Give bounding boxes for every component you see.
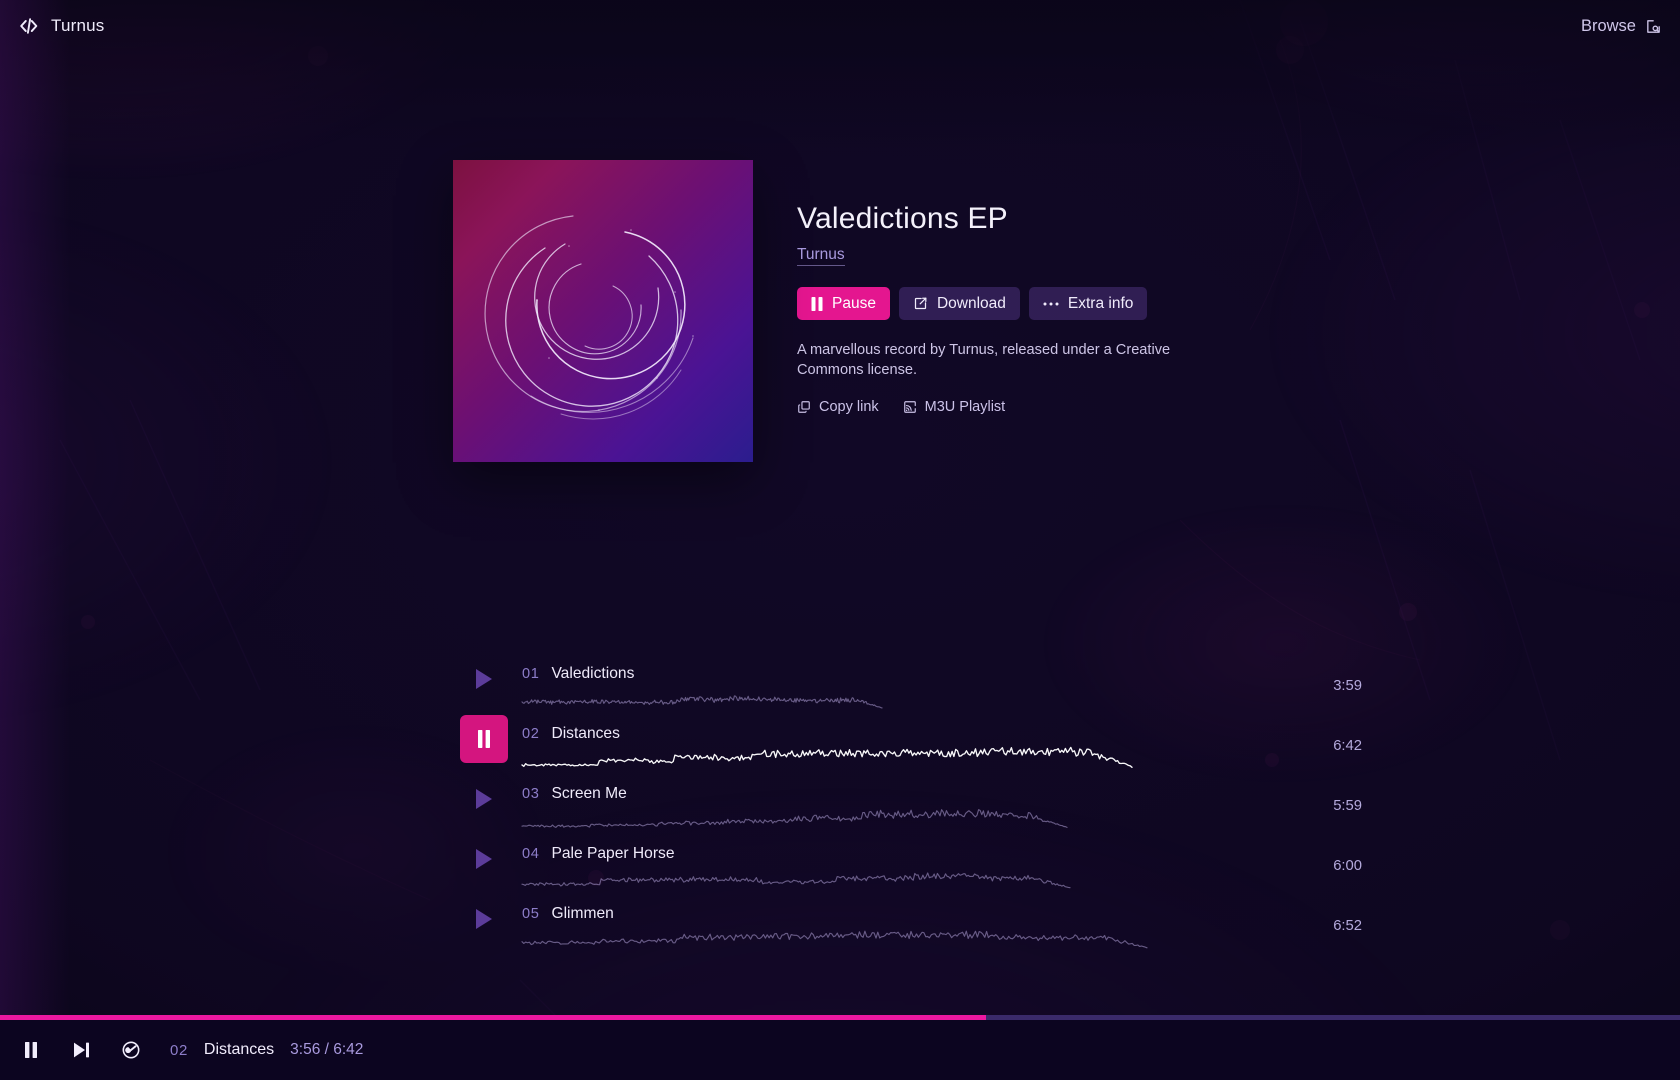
play-icon [476,909,492,929]
player-track-number: 02 [170,1041,188,1059]
page-title: Valedictions EP [797,202,1008,235]
browse-label: Browse [1580,16,1636,35]
release-meta: Valedictions EP Turnus Pause Download Ex… [797,160,1227,462]
album-cover-art [453,160,753,462]
next-track-icon [73,1042,89,1058]
copy-link-label: Copy link [819,399,879,416]
track-waveform[interactable] [521,930,1148,964]
track-title: Glimmen [551,905,614,922]
player-speed-button[interactable] [114,1033,148,1067]
copy-link-button[interactable]: Copy link [797,399,879,415]
artist-link[interactable]: Turnus [797,246,845,266]
track-duration: 6:52 [1333,918,1362,934]
play-icon [476,789,492,809]
track-play-button[interactable] [460,655,508,703]
track-heading: 01 Valedictions [522,652,1220,683]
download-button-label: Download [936,294,1006,312]
track-duration: 5:59 [1333,798,1362,814]
pause-icon [478,730,490,748]
player-track-title: Distances [203,1041,275,1058]
track-number: 04 [522,846,540,862]
pause-icon [25,1042,37,1058]
code-brackets-icon [20,18,38,34]
track-title: Distances [551,725,620,742]
player-pause-button[interactable] [14,1033,48,1067]
track-title: Pale Paper Horse [551,845,675,862]
brand-home-link[interactable]: Turnus [18,15,104,37]
track-row[interactable]: 02 Distances 6:42 [460,712,1362,772]
app-root: Turnus Browse Valedictions EP Turnus Pau… [0,0,1680,1080]
track-number: 05 [522,906,540,922]
track-play-button[interactable] [460,835,508,883]
track-heading: 04 Pale Paper Horse [522,832,1220,863]
release-description: A marvellous record by Turnus, released … [797,342,1171,378]
playback-speed-icon [122,1041,140,1059]
release-links: Copy link M3U Playlist [797,399,1227,415]
track-play-button[interactable] [460,895,508,943]
pause-icon [811,296,823,311]
track-heading: 05 Glimmen [522,892,1220,923]
player-controls-row: 02 Distances 3:56 / 6:42 [0,1020,1680,1080]
track-number: 01 [522,666,540,682]
track-heading: 02 Distances [522,712,1220,743]
track-pause-button[interactable] [460,715,508,763]
track-row[interactable]: 03 Screen Me 5:59 [460,772,1362,832]
release-section: Valedictions EP Turnus Pause Download Ex… [0,160,1680,462]
browse-search-box-icon [1647,19,1660,33]
playlist-rss-icon [903,401,916,414]
extra-info-button-label: Extra info [1067,294,1134,312]
top-bar: Turnus Browse [0,0,1680,52]
track-duration: 6:00 [1333,858,1362,874]
track-number: 02 [522,726,540,742]
track-duration: 3:59 [1333,678,1362,694]
track-number: 03 [522,786,540,802]
track-row[interactable]: 05 Glimmen 6:52 [460,892,1362,952]
track-play-button[interactable] [460,775,508,823]
pause-button[interactable]: Pause [797,287,890,320]
player-bar: 02 Distances 3:56 / 6:42 [0,1015,1680,1080]
external-download-icon [914,297,927,310]
track-title: Valedictions [551,665,635,682]
player-next-button[interactable] [64,1033,98,1067]
release-actions: Pause Download Extra info [797,287,1227,320]
track-row[interactable]: 04 Pale Paper Horse 6:00 [460,832,1362,892]
download-button[interactable]: Download [898,287,1020,320]
track-title: Screen Me [551,785,627,802]
track-duration: 6:42 [1333,738,1362,754]
play-icon [476,669,492,689]
track-heading: 03 Screen Me [522,772,1220,803]
brand-name: Turnus [51,16,105,35]
m3u-playlist-button[interactable]: M3U Playlist [903,399,1006,416]
spiral-rings-artwork [453,160,753,462]
m3u-playlist-label: M3U Playlist [924,399,1006,416]
player-time: 3:56 / 6:42 [290,1041,364,1058]
ellipsis-icon [1043,302,1059,305]
play-icon [476,849,492,869]
track-row[interactable]: 01 Valedictions 3:59 [460,652,1362,712]
browse-link[interactable]: Browse [1581,17,1662,36]
copy-icon [798,401,810,414]
extra-info-button[interactable]: Extra info [1028,287,1148,320]
pause-button-label: Pause [832,294,876,312]
